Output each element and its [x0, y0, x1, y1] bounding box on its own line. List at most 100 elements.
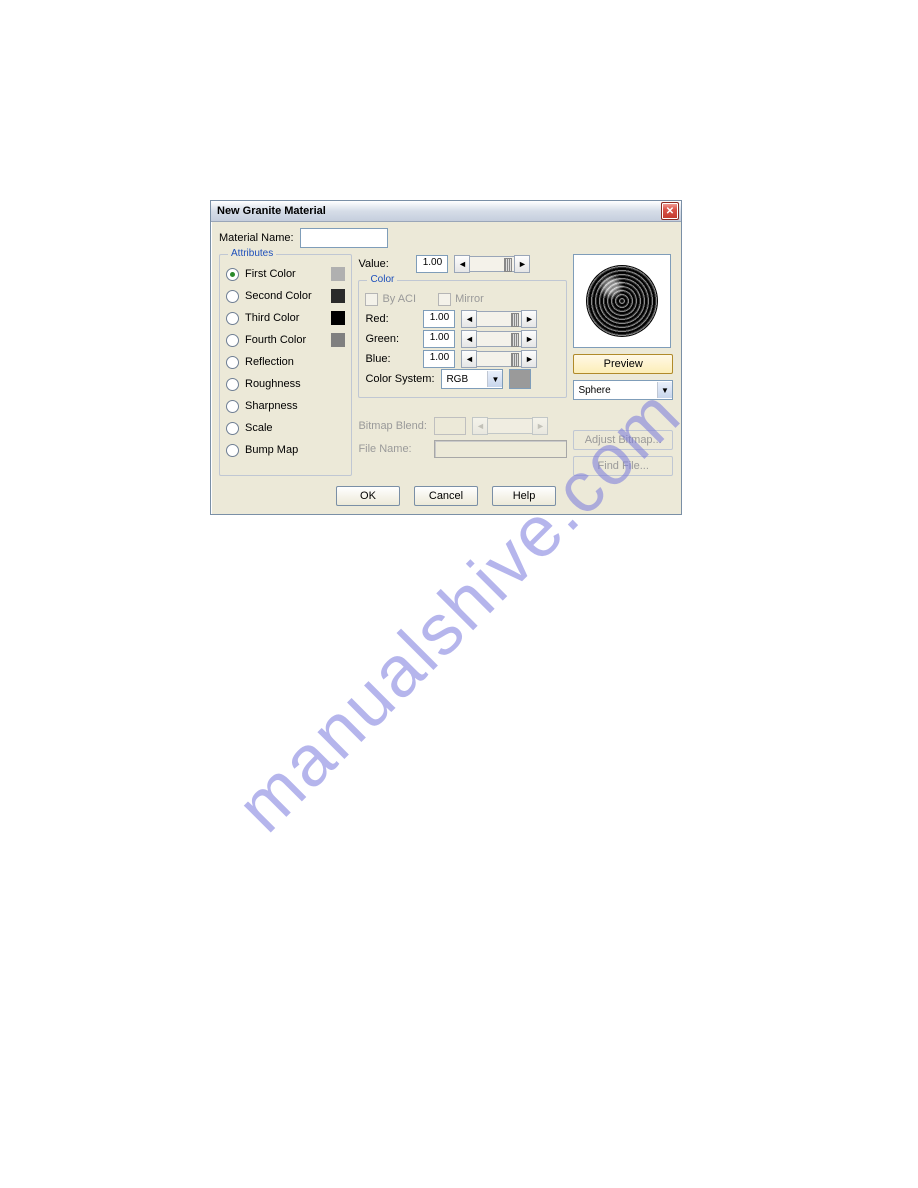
bitmap-block: Bitmap Blend: ◄ ► File Name:: [358, 410, 567, 458]
chevron-right-icon: ►: [525, 314, 534, 324]
chevron-left-icon: ◄: [465, 314, 474, 324]
attr-label: Roughness: [245, 378, 301, 390]
slider-thumb[interactable]: [511, 333, 519, 347]
radio-icon: [226, 334, 239, 347]
cancel-button[interactable]: Cancel: [414, 486, 478, 506]
slider-track[interactable]: [477, 311, 521, 327]
red-input[interactable]: 1.00: [423, 310, 455, 328]
slider-left-button: ◄: [472, 417, 488, 435]
slider-left-button[interactable]: ◄: [461, 310, 477, 328]
sphere-icon: [586, 265, 658, 337]
color-system-row: Color System: RGB ▼: [365, 369, 560, 389]
blue-slider[interactable]: ◄ ►: [461, 350, 537, 368]
help-button[interactable]: Help: [492, 486, 556, 506]
slider-left-button[interactable]: ◄: [461, 350, 477, 368]
adjust-bitmap-button: Adjust Bitmap...: [573, 430, 673, 450]
bitmap-blend-slider: ◄ ►: [472, 417, 548, 435]
mirror-checkbox[interactable]: Mirror: [438, 293, 484, 306]
blue-label: Blue:: [365, 353, 417, 365]
blue-input[interactable]: 1.00: [423, 350, 455, 368]
slider-right-button[interactable]: ►: [514, 255, 530, 273]
slider-left-button[interactable]: ◄: [461, 330, 477, 348]
result-color-swatch: [509, 369, 531, 389]
attr-fourth-color[interactable]: Fourth Color: [226, 329, 345, 351]
value-input[interactable]: 1.00: [416, 255, 448, 273]
chevron-left-icon: ◄: [458, 259, 467, 269]
attributes-group: Attributes First Color Second Color Thir…: [219, 254, 352, 476]
slider-left-button[interactable]: ◄: [454, 255, 470, 273]
preview-button[interactable]: Preview: [573, 354, 673, 374]
radio-icon: [226, 444, 239, 457]
bitmap-blend-row: Bitmap Blend: ◄ ►: [358, 416, 567, 436]
slider-right-button[interactable]: ►: [521, 350, 537, 368]
slider-right-button[interactable]: ►: [521, 310, 537, 328]
file-name-input: [434, 440, 567, 458]
by-aci-checkbox[interactable]: By ACI: [365, 293, 416, 306]
find-file-button: Find File...: [573, 456, 673, 476]
color-system-select[interactable]: RGB ▼: [441, 369, 503, 389]
preview-shape-select[interactable]: Sphere ▼: [573, 380, 673, 400]
dialog-buttons: OK Cancel Help: [219, 486, 673, 506]
chevron-right-icon: ►: [536, 421, 545, 431]
slider-track[interactable]: [470, 256, 514, 272]
attr-label: First Color: [245, 268, 296, 280]
color-swatch: [331, 267, 345, 281]
attr-label: Bump Map: [245, 444, 298, 456]
attr-label: Second Color: [245, 290, 312, 302]
titlebar[interactable]: New Granite Material ✕: [211, 201, 681, 222]
attr-label: Third Color: [245, 312, 299, 324]
value-slider[interactable]: ◄ ►: [454, 255, 530, 273]
dialog-body: Material Name: Attributes First Color Se…: [211, 222, 681, 514]
material-name-input[interactable]: [300, 228, 388, 248]
attr-label: Reflection: [245, 356, 294, 368]
by-aci-label: By ACI: [382, 293, 416, 305]
material-name-label: Material Name:: [219, 232, 294, 244]
radio-icon: [226, 290, 239, 303]
mirror-label: Mirror: [455, 293, 484, 305]
color-system-value: RGB: [446, 374, 468, 385]
right-column: Preview Sphere ▼ Adjust Bitmap... Find F…: [573, 254, 673, 476]
radio-icon: [226, 268, 239, 281]
attr-second-color[interactable]: Second Color: [226, 285, 345, 307]
red-slider[interactable]: ◄ ►: [461, 310, 537, 328]
chevron-left-icon: ◄: [465, 334, 474, 344]
green-slider[interactable]: ◄ ►: [461, 330, 537, 348]
slider-thumb[interactable]: [511, 353, 519, 367]
attr-label: Scale: [245, 422, 273, 434]
slider-thumb[interactable]: [511, 313, 519, 327]
red-row: Red: 1.00 ◄ ►: [365, 309, 560, 329]
attr-label: Sharpness: [245, 400, 298, 412]
attr-reflection[interactable]: Reflection: [226, 351, 345, 373]
attr-bump-map[interactable]: Bump Map: [226, 439, 345, 461]
ok-button[interactable]: OK: [336, 486, 400, 506]
attr-first-color[interactable]: First Color: [226, 263, 345, 285]
attr-third-color[interactable]: Third Color: [226, 307, 345, 329]
color-group: Color By ACI Mirror Red: 1.00: [358, 280, 567, 398]
chevron-down-icon: ▼: [657, 382, 672, 398]
slider-right-button[interactable]: ►: [521, 330, 537, 348]
radio-icon: [226, 378, 239, 391]
attributes-legend: Attributes: [228, 248, 276, 259]
chevron-right-icon: ►: [518, 259, 527, 269]
green-label: Green:: [365, 333, 417, 345]
green-row: Green: 1.00 ◄ ►: [365, 329, 560, 349]
dialog-new-granite-material: New Granite Material ✕ Material Name: At…: [210, 200, 682, 515]
close-button[interactable]: ✕: [661, 202, 679, 220]
value-label: Value:: [358, 258, 410, 270]
attr-roughness[interactable]: Roughness: [226, 373, 345, 395]
color-swatch: [331, 333, 345, 347]
slider-track[interactable]: [477, 331, 521, 347]
preview-image: [573, 254, 671, 348]
chevron-left-icon: ◄: [465, 354, 474, 364]
slider-thumb[interactable]: [504, 258, 512, 272]
green-input[interactable]: 1.00: [423, 330, 455, 348]
attr-sharpness[interactable]: Sharpness: [226, 395, 345, 417]
radio-icon: [226, 422, 239, 435]
slider-track[interactable]: [477, 351, 521, 367]
chevron-left-icon: ◄: [476, 421, 485, 431]
red-label: Red:: [365, 313, 417, 325]
attr-scale[interactable]: Scale: [226, 417, 345, 439]
value-row: Value: 1.00 ◄ ►: [358, 254, 567, 274]
slider-right-button: ►: [532, 417, 548, 435]
bitmap-blend-label: Bitmap Blend:: [358, 420, 428, 432]
